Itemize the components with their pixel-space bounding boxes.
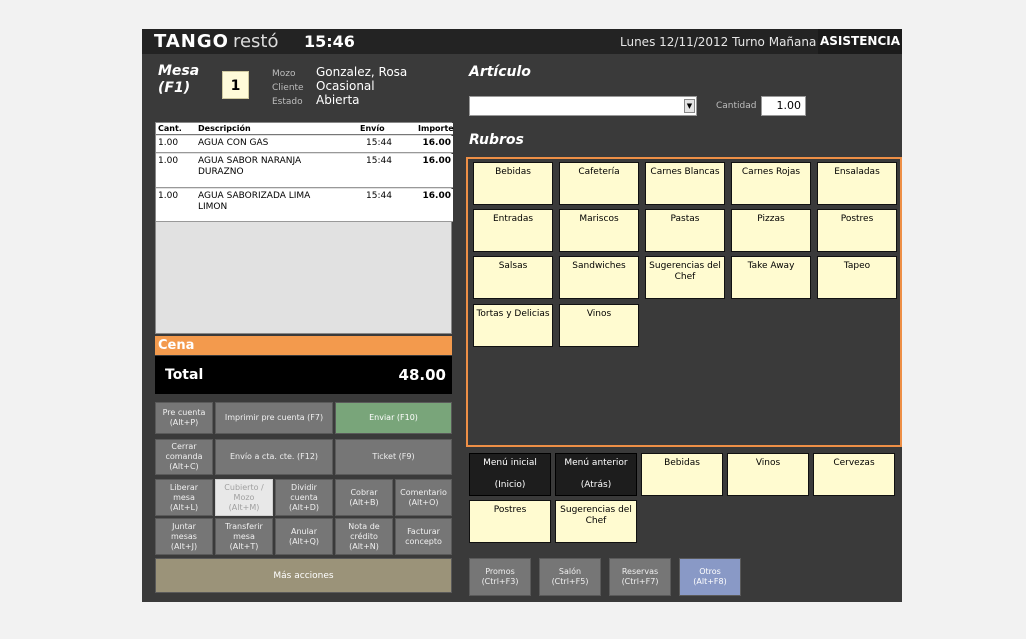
- date-shift: Lunes 12/11/2012 Turno Mañana: [620, 35, 817, 49]
- rubro-salsas[interactable]: Salsas: [473, 256, 553, 299]
- cerrar-comanda-button[interactable]: Cerrar comanda (Alt+C): [155, 439, 213, 475]
- chevron-down-icon[interactable]: ▼: [684, 99, 695, 113]
- facturar-concepto-button[interactable]: Facturar concepto: [395, 518, 452, 555]
- cubierto-mozo-button[interactable]: Cubierto / Mozo (Alt+M): [215, 479, 273, 516]
- rubros-title: Rubros: [469, 132, 524, 148]
- app-logo: TANGO restó: [154, 31, 279, 52]
- rubro-postres[interactable]: Postres: [817, 209, 897, 252]
- asistencia-button[interactable]: ASISTENCIA: [818, 29, 902, 54]
- order-row[interactable]: 1.00 AGUA SABOR NARANJA DURAZNO 15:44 16.…: [156, 154, 453, 188]
- order-table-header: Cant. Descripción Envío Importe: [156, 123, 454, 135]
- app-window: TANGO restó 15:46 Lunes 12/11/2012 Turno …: [142, 29, 902, 602]
- total-label: Total: [165, 367, 204, 383]
- cobrar-button[interactable]: Cobrar (Alt+B): [335, 479, 393, 516]
- transferir-mesa-button[interactable]: Transferir mesa (Alt+T): [215, 518, 273, 555]
- reservas-button[interactable]: Reservas (Ctrl+F7): [609, 558, 671, 596]
- ticket-button[interactable]: Ticket (F9): [335, 439, 452, 475]
- comentario-button[interactable]: Comentario (Alt+O): [395, 479, 452, 516]
- rubro-bebidas[interactable]: Bebidas: [473, 162, 553, 205]
- rubro-pizzas[interactable]: Pizzas: [731, 209, 811, 252]
- cliente-value: Ocasional: [316, 79, 375, 93]
- estado-label: Estado: [272, 97, 303, 107]
- liberar-mesa-button[interactable]: Liberar mesa (Alt+L): [155, 479, 213, 516]
- turno-cena-banner: Cena: [155, 336, 452, 355]
- rubros-panel: Bebidas Cafetería Carnes Blancas Carnes …: [466, 157, 902, 447]
- cliente-label: Cliente: [272, 83, 304, 93]
- quick-bebidas[interactable]: Bebidas: [641, 453, 723, 496]
- rubro-ensaladas[interactable]: Ensaladas: [817, 162, 897, 205]
- rubro-cafeteria[interactable]: Cafetería: [559, 162, 639, 205]
- rubro-sandwiches[interactable]: Sandwiches: [559, 256, 639, 299]
- rubro-vinos[interactable]: Vinos: [559, 304, 639, 347]
- total-bar: Total 48.00: [155, 356, 452, 394]
- col-envio: Envío: [360, 124, 385, 133]
- rubro-entradas[interactable]: Entradas: [473, 209, 553, 252]
- order-table: Cant. Descripción Envío Importe 1.00 AGU…: [155, 122, 454, 334]
- quick-postres[interactable]: Postres: [469, 500, 551, 543]
- col-descripcion: Descripción: [198, 124, 251, 133]
- menu-anterior-button[interactable]: Menú anterior (Atrás): [555, 453, 637, 496]
- quick-cervezas[interactable]: Cervezas: [813, 453, 895, 496]
- quick-sugerencias-del-chef[interactable]: Sugerencias del Chef: [555, 500, 637, 543]
- quick-vinos[interactable]: Vinos: [727, 453, 809, 496]
- otros-button[interactable]: Otros (Alt+F8): [679, 558, 741, 596]
- mozo-label: Mozo: [272, 69, 296, 79]
- articulo-title: Artículo: [469, 64, 531, 80]
- dividir-cuenta-button[interactable]: Dividir cuenta (Alt+D): [275, 479, 333, 516]
- cantidad-label: Cantidad: [716, 101, 757, 111]
- estado-value: Abierta: [316, 93, 360, 107]
- pre-cuenta-button[interactable]: Pre cuenta (Alt+P): [155, 402, 213, 434]
- rubro-take-away[interactable]: Take Away: [731, 256, 811, 299]
- mas-acciones-button[interactable]: Más acciones: [155, 558, 452, 593]
- rubro-tortas-y-delicias[interactable]: Tortas y Delicias: [473, 304, 553, 347]
- mesa-label: Mesa (F1): [158, 63, 200, 96]
- mesa-number[interactable]: 1: [222, 71, 249, 99]
- rubro-carnes-rojas[interactable]: Carnes Rojas: [731, 162, 811, 205]
- order-row[interactable]: 1.00 AGUA CON GAS 15:44 16.00: [156, 136, 453, 153]
- anular-button[interactable]: Anular (Alt+Q): [275, 518, 333, 555]
- col-importe: Importe: [418, 124, 454, 133]
- menu-inicial-button[interactable]: Menú inicial (Inicio): [469, 453, 551, 496]
- rubro-tapeo[interactable]: Tapeo: [817, 256, 897, 299]
- juntar-mesas-button[interactable]: Juntar mesas (Alt+J): [155, 518, 213, 555]
- promos-button[interactable]: Promos (Ctrl+F3): [469, 558, 531, 596]
- cantidad-input[interactable]: 1.00: [761, 96, 806, 116]
- title-bar: TANGO restó 15:46 Lunes 12/11/2012 Turno …: [142, 29, 902, 54]
- mozo-value: Gonzalez, Rosa: [316, 65, 408, 79]
- order-row[interactable]: 1.00 AGUA SABORIZADA LIMA LIMON 15:44 16.…: [156, 189, 453, 222]
- envio-cta-cte-button[interactable]: Envío a cta. cte. (F12): [215, 439, 333, 475]
- rubro-mariscos[interactable]: Mariscos: [559, 209, 639, 252]
- articulo-select[interactable]: ▼: [469, 96, 697, 116]
- total-value: 48.00: [398, 366, 446, 384]
- salon-button[interactable]: Salón (Ctrl+F5): [539, 558, 601, 596]
- rubro-sugerencias-del-chef[interactable]: Sugerencias del Chef: [645, 256, 725, 299]
- nota-de-credito-button[interactable]: Nota de crédito (Alt+N): [335, 518, 393, 555]
- enviar-button[interactable]: Enviar (F10): [335, 402, 452, 434]
- clock: 15:46: [304, 32, 355, 51]
- col-cant: Cant.: [158, 124, 182, 133]
- imprimir-pre-cuenta-button[interactable]: Imprimir pre cuenta (F7): [215, 402, 333, 434]
- rubro-pastas[interactable]: Pastas: [645, 209, 725, 252]
- rubro-carnes-blancas[interactable]: Carnes Blancas: [645, 162, 725, 205]
